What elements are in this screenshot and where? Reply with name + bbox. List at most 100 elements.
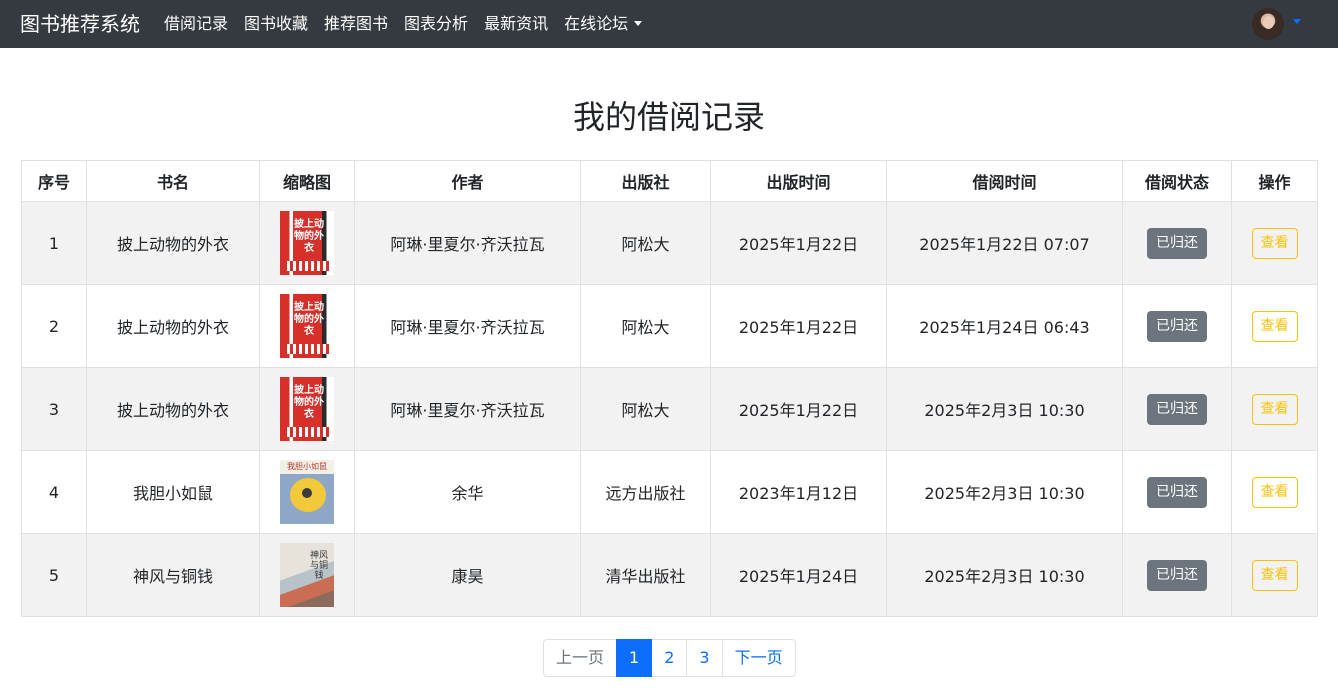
book-pub-date: 2025年1月22日 (710, 284, 887, 368)
book-cover-thumbnail: 我胆小如鼠 (280, 460, 334, 524)
nav-item-charts[interactable]: 图表分析 (404, 13, 468, 35)
table-row: 1 披上动物的外衣 披上动物的外衣 阿琳·里夏尔·齐沃拉瓦 阿松大 2025年1… (21, 201, 1318, 285)
book-pub-date: 2025年1月24日 (710, 533, 887, 617)
prev-page-button[interactable]: 上一页 (543, 639, 618, 677)
next-page-button[interactable]: 下一页 (721, 639, 796, 677)
page-button-3[interactable]: 3 (686, 639, 723, 677)
action-cell: 查看 (1231, 284, 1318, 368)
chevron-down-icon (634, 21, 643, 26)
column-header-cover: 缩略图 (259, 160, 355, 202)
status-cell: 已归还 (1122, 284, 1232, 368)
table-header-row: 序号 书名 缩略图 作者 出版社 出版时间 借阅时间 借阅状态 操作 (21, 160, 1318, 202)
cover-cell: 披上动物的外衣 (259, 201, 355, 285)
action-cell: 查看 (1231, 201, 1318, 285)
avatar[interactable] (1252, 8, 1284, 40)
page-button-1[interactable]: 1 (616, 639, 653, 677)
borrow-time: 2025年2月3日 10:30 (886, 533, 1123, 617)
nav-item-news[interactable]: 最新资讯 (484, 13, 548, 35)
status-cell: 已归还 (1122, 201, 1232, 285)
borrow-time: 2025年1月22日 07:07 (886, 201, 1123, 285)
column-header-publisher: 出版社 (580, 160, 711, 202)
table-row: 4 我胆小如鼠 我胆小如鼠 余华 远方出版社 2023年1月12日 2025年2… (21, 450, 1318, 534)
cover-cell: 披上动物的外衣 (259, 367, 355, 451)
column-header-pub-date: 出版时间 (710, 160, 887, 202)
book-publisher: 阿松大 (580, 201, 711, 285)
book-author: 康昊 (354, 533, 581, 617)
book-publisher: 阿松大 (580, 284, 711, 368)
user-menu-chevron-down-icon[interactable] (1293, 19, 1301, 24)
column-header-title: 书名 (86, 160, 260, 202)
action-cell: 查看 (1231, 533, 1318, 617)
cover-text: 神风与铜钱 (309, 551, 328, 581)
pagination: 上一页 1 2 3 下一页 (543, 639, 796, 677)
nav-menu: 借阅记录 图书收藏 推荐图书 图表分析 最新资讯 在线论坛 (164, 13, 658, 35)
book-pub-date: 2023年1月12日 (710, 450, 887, 534)
book-title: 披上动物的外衣 (86, 367, 260, 451)
book-publisher: 阿松大 (580, 367, 711, 451)
status-badge: 已归还 (1147, 559, 1207, 591)
row-index: 5 (21, 533, 87, 617)
book-pub-date: 2025年1月22日 (710, 367, 887, 451)
navbar: 图书推荐系统 借阅记录 图书收藏 推荐图书 图表分析 最新资讯 在线论坛 (0, 0, 1338, 48)
borrow-time: 2025年1月24日 06:43 (886, 284, 1123, 368)
cover-text: 披上动物的外衣 (294, 302, 324, 337)
nav-item-borrow-records[interactable]: 借阅记录 (164, 13, 228, 35)
cover-text: 披上动物的外衣 (294, 385, 324, 420)
view-button[interactable]: 查看 (1251, 227, 1298, 259)
table-row: 2 披上动物的外衣 披上动物的外衣 阿琳·里夏尔·齐沃拉瓦 阿松大 2025年1… (21, 284, 1318, 368)
cover-text: 披上动物的外衣 (294, 219, 324, 254)
book-author: 阿琳·里夏尔·齐沃拉瓦 (354, 367, 581, 451)
row-index: 2 (21, 284, 87, 368)
action-cell: 查看 (1231, 450, 1318, 534)
book-cover-thumbnail: 披上动物的外衣 (280, 294, 334, 358)
book-publisher: 清华出版社 (580, 533, 711, 617)
view-button[interactable]: 查看 (1251, 476, 1298, 508)
view-button[interactable]: 查看 (1251, 393, 1298, 425)
book-author: 余华 (354, 450, 581, 534)
column-header-status: 借阅状态 (1122, 160, 1232, 202)
nav-item-recommend[interactable]: 推荐图书 (324, 13, 388, 35)
borrow-time: 2025年2月3日 10:30 (886, 450, 1123, 534)
book-pub-date: 2025年1月22日 (710, 201, 887, 285)
view-button[interactable]: 查看 (1251, 310, 1298, 342)
table-row: 5 神风与铜钱 神风与铜钱 康昊 清华出版社 2025年1月24日 2025年2… (21, 533, 1318, 617)
view-button[interactable]: 查看 (1251, 559, 1298, 591)
book-author: 阿琳·里夏尔·齐沃拉瓦 (354, 284, 581, 368)
book-cover-thumbnail: 披上动物的外衣 (280, 211, 334, 275)
status-badge: 已归还 (1147, 310, 1207, 342)
book-cover-thumbnail: 神风与铜钱 (280, 543, 334, 607)
action-cell: 查看 (1231, 367, 1318, 451)
book-author: 阿琳·里夏尔·齐沃拉瓦 (354, 201, 581, 285)
page-button-2[interactable]: 2 (651, 639, 688, 677)
book-cover-thumbnail: 披上动物的外衣 (280, 377, 334, 441)
cover-text: 我胆小如鼠 (287, 462, 327, 471)
nav-item-forum-label: 在线论坛 (564, 14, 629, 33)
row-index: 4 (21, 450, 87, 534)
column-header-action: 操作 (1231, 160, 1318, 202)
column-header-author: 作者 (354, 160, 581, 202)
status-cell: 已归还 (1122, 533, 1232, 617)
borrow-time: 2025年2月3日 10:30 (886, 367, 1123, 451)
column-header-index: 序号 (21, 160, 87, 202)
book-title: 神风与铜钱 (86, 533, 260, 617)
status-badge: 已归还 (1147, 476, 1207, 508)
status-badge: 已归还 (1147, 227, 1207, 259)
book-title: 我胆小如鼠 (86, 450, 260, 534)
nav-item-forum-dropdown[interactable]: 在线论坛 (564, 13, 643, 35)
row-index: 1 (21, 201, 87, 285)
status-cell: 已归还 (1122, 367, 1232, 451)
cover-cell: 披上动物的外衣 (259, 284, 355, 368)
nav-item-favorites[interactable]: 图书收藏 (244, 13, 308, 35)
borrow-records-table: 序号 书名 缩略图 作者 出版社 出版时间 借阅时间 借阅状态 操作 1 披上动… (21, 160, 1318, 617)
table-row: 3 披上动物的外衣 披上动物的外衣 阿琳·里夏尔·齐沃拉瓦 阿松大 2025年1… (21, 367, 1318, 451)
page-title: 我的借阅记录 (572, 98, 765, 136)
status-badge: 已归还 (1147, 393, 1207, 425)
avatar-face (1263, 16, 1274, 29)
cover-cell: 我胆小如鼠 (259, 450, 355, 534)
book-title: 披上动物的外衣 (86, 284, 260, 368)
brand-logo[interactable]: 图书推荐系统 (20, 10, 140, 38)
book-title: 披上动物的外衣 (86, 201, 260, 285)
book-publisher: 远方出版社 (580, 450, 711, 534)
status-cell: 已归还 (1122, 450, 1232, 534)
row-index: 3 (21, 367, 87, 451)
